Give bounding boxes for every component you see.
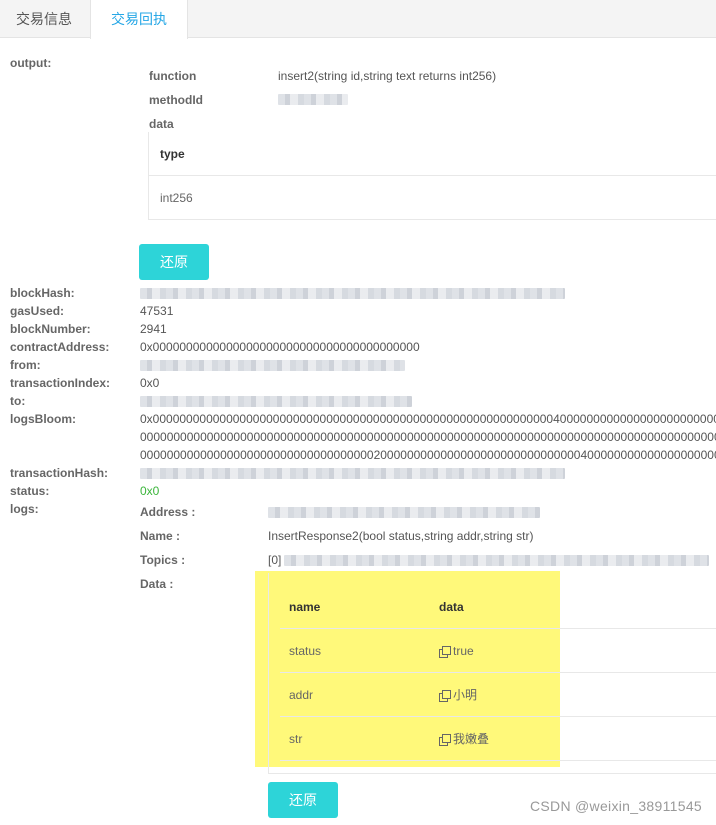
log-row-str-data: 我嫩叠 — [439, 731, 489, 747]
transactionindex-label: transactionIndex: — [10, 376, 111, 390]
copy-icon[interactable] — [439, 690, 451, 702]
log-row-addr-data: 小明 — [439, 687, 477, 703]
log-row-status-name: status — [289, 644, 322, 658]
log-row-str-name: str — [289, 732, 303, 746]
log-topics-value-redacted — [284, 555, 709, 566]
copy-icon[interactable] — [439, 734, 451, 746]
log-address-value-redacted — [268, 507, 540, 518]
log-table-divider — [280, 628, 716, 629]
log-row-addr-name: addr — [289, 688, 314, 702]
copy-icon[interactable] — [439, 646, 451, 658]
log-table-header-name: name — [289, 600, 321, 614]
output-label: output: — [10, 56, 52, 70]
log-row-status-data: true — [439, 643, 474, 659]
log-row-str-value: 我嫩叠 — [453, 732, 490, 746]
gasused-value: 47531 — [140, 304, 174, 318]
output-table-border — [148, 132, 149, 220]
log-table-border — [268, 573, 269, 773]
log-table-divider — [280, 716, 716, 717]
log-topics-label: Topics : — [140, 553, 186, 567]
output-table-cell-type: int256 — [160, 191, 193, 205]
logsbloom-line-3: 0000000000000000000000000000000000020000… — [140, 448, 716, 462]
log-data-label: Data : — [140, 577, 174, 591]
to-label: to: — [10, 394, 26, 408]
restore-logs-button[interactable]: 还原 — [268, 782, 338, 818]
status-label: status: — [10, 484, 50, 498]
function-value: insert2(string id,string text returns in… — [278, 69, 497, 83]
blockhash-label: blockHash: — [10, 286, 75, 300]
methodid-value-redacted — [278, 94, 348, 105]
tab-bar: 交易信息 交易回执 — [0, 0, 716, 39]
blockhash-value-redacted — [140, 288, 565, 299]
log-name-label: Name : — [140, 529, 181, 543]
from-label: from: — [10, 358, 41, 372]
transactionhash-label: transactionHash: — [10, 466, 109, 480]
status-value: 0x0 — [140, 484, 160, 498]
transactionindex-value: 0x0 — [140, 376, 160, 390]
log-table-divider — [280, 760, 716, 761]
log-address-label: Address : — [140, 505, 196, 519]
blocknumber-value: 2941 — [140, 322, 167, 336]
gasused-label: gasUsed: — [10, 304, 65, 318]
contractaddress-value: 0x00000000000000000000000000000000000000… — [140, 340, 420, 354]
logs-label: logs: — [10, 502, 39, 516]
output-table-header-type: type — [160, 147, 185, 161]
logsbloom-line-1: 0x00000000000000000000000000000000000000… — [140, 412, 716, 426]
logsbloom-line-2: 0000000000000000000000000000000000000000… — [140, 430, 716, 444]
contractaddress-label: contractAddress: — [10, 340, 110, 354]
tab-transaction-receipt[interactable]: 交易回执 — [90, 0, 188, 39]
from-value-redacted — [140, 360, 405, 371]
transactionhash-value-redacted — [140, 468, 565, 479]
logsbloom-label: logsBloom: — [10, 412, 76, 426]
log-table-divider-bottom — [268, 773, 716, 774]
tab-transaction-info[interactable]: 交易信息 — [0, 0, 88, 38]
log-name-value: InsertResponse2(bool status,string addr,… — [268, 529, 534, 543]
logsbloom-value: 0x00000000000000000000000000000000000000… — [140, 411, 716, 463]
to-value-redacted — [140, 396, 412, 407]
log-table-header-data: data — [439, 600, 464, 614]
watermark: CSDN @weixin_38911545 — [529, 798, 702, 814]
output-table-divider-bottom — [149, 219, 716, 220]
log-topics-prefix: [0] — [268, 553, 282, 567]
function-label: function — [149, 69, 197, 83]
methodid-label: methodId — [149, 93, 203, 107]
output-table-divider — [149, 175, 716, 176]
log-row-addr-value: 小明 — [453, 688, 478, 702]
blocknumber-label: blockNumber: — [10, 322, 91, 336]
log-row-status-value: true — [453, 644, 474, 658]
restore-output-button[interactable]: 还原 — [139, 244, 209, 280]
log-table-divider — [280, 672, 716, 673]
data-label: data — [149, 117, 174, 131]
